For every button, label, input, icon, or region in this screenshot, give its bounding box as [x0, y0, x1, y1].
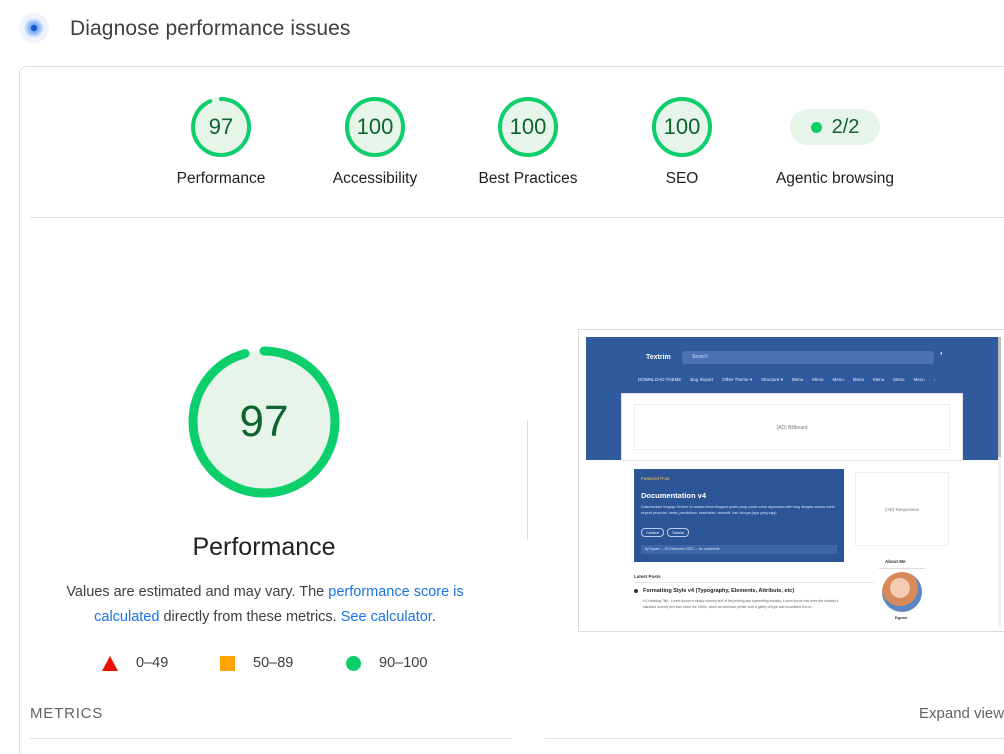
theme-toggle-icon: ◐: [940, 351, 944, 357]
nav-item: Menu: [872, 377, 885, 382]
score-legend: 0–49 50–89 90–100: [100, 655, 460, 677]
desc-text: Values are estimated and may vary. The: [66, 584, 329, 600]
agentic-score-pill: 2/2: [790, 109, 880, 145]
gauge-seo[interactable]: 100 SEO: [612, 96, 752, 188]
legend-average: 50–89: [220, 655, 293, 671]
nav-item: ›: [933, 377, 936, 382]
gauge-score: 100: [663, 114, 701, 139]
gauge-agentic-browsing[interactable]: 2/2 Agentic browsing: [765, 96, 905, 188]
ad-responsive: (AD) Responsive: [855, 472, 949, 546]
nav-item: Menu: [832, 377, 844, 382]
gauge-score: 100: [356, 114, 394, 139]
legend-range: 50–89: [253, 655, 294, 671]
nav-item: Structure ▾: [761, 377, 783, 382]
post-title: Formatting Style v4 (Typography, Element…: [643, 588, 795, 594]
divider: [30, 738, 512, 739]
nav-item: Menu: [812, 377, 824, 382]
gauge-score: 97: [208, 114, 234, 139]
divider: [30, 217, 1004, 218]
nav-item: Menu: [852, 377, 864, 382]
nav-item: Menu: [791, 377, 804, 382]
about-heading: About Me: [885, 559, 906, 564]
about-divider: [879, 568, 925, 569]
featured-meta: by Egnari — 10 Desember 2023 — No commen…: [641, 545, 837, 554]
post-excerpt: H1 Heading Title : Lorem Ipsum is simply…: [643, 599, 839, 609]
report-header: Diagnose performance issues: [0, 0, 1004, 60]
legend-pass: 90–100: [346, 655, 427, 671]
legend-fail: 0–49: [102, 655, 168, 671]
final-screenshot[interactable]: Textrim Search ◐ DOWNLOAD THEME Bug Repo…: [578, 329, 1004, 632]
gauge-label: Accessibility: [332, 170, 418, 187]
vertical-divider: [527, 420, 528, 540]
site-nav: DOWNLOAD THEME Bug Report Other Theme ▾ …: [638, 377, 968, 383]
latest-heading: Latest Posts: [634, 574, 661, 579]
nav-item: DOWNLOAD THEME: [638, 377, 682, 382]
legend-range: 90–100: [379, 655, 428, 671]
nav-item: Menu: [893, 377, 905, 382]
metrics-heading: METRICS: [30, 705, 104, 722]
featured-tag-button: Tutorial: [667, 528, 689, 537]
category-gauges: 97 Performance 100 Accessibility 100 Bes…: [0, 96, 1004, 206]
desc-text: directly from these metrics.: [159, 609, 341, 625]
gauge-label: SEO: [665, 170, 699, 187]
gauge-label: Best Practices: [478, 170, 578, 187]
nav-item: Bug Report: [690, 377, 714, 382]
featured-tag-button: Content: [641, 528, 664, 537]
legend-range: 0–49: [136, 655, 169, 671]
fail-triangle-icon: [102, 655, 118, 671]
gauge-performance[interactable]: 97 Performance: [151, 96, 291, 188]
author-name: Egnari: [895, 615, 908, 620]
agentic-score: 2/2: [831, 115, 860, 138]
nav-item: Menu: [913, 377, 925, 382]
pass-circle-icon: [346, 655, 361, 671]
ad-label: (AD) Billboard: [634, 404, 950, 450]
gauge-best-practices[interactable]: 100 Best Practices: [458, 96, 598, 188]
divider: [545, 738, 1004, 739]
gauge-label: Agentic browsing: [775, 170, 895, 187]
featured-post: Featured Post Documentation v4 Dokumenta…: [634, 469, 844, 562]
pass-dot-icon: [810, 121, 822, 133]
gauge-accessibility[interactable]: 100 Accessibility: [305, 96, 445, 188]
nav-item: Other Theme ▾: [722, 377, 753, 382]
bullet-icon: [634, 589, 638, 593]
average-square-icon: [220, 655, 235, 671]
gauge-label: Performance: [176, 170, 266, 187]
score-description: Values are estimated and may vary. The p…: [48, 580, 482, 630]
featured-title: Documentation v4: [641, 491, 707, 500]
lighthouse-icon: [18, 12, 50, 44]
featured-tag: Featured Post: [641, 476, 670, 481]
gauge-score: 100: [509, 114, 547, 139]
avatar: [882, 572, 922, 612]
featured-text: Dokumentasi lengkap Textrim v4 adalah te…: [641, 505, 835, 515]
see-calculator-link[interactable]: See calculator: [341, 609, 432, 625]
expand-view-toggle[interactable]: Expand view: [919, 705, 1004, 722]
scrollbar-thumb: [998, 337, 1001, 457]
site-logo: Textrim: [646, 354, 671, 361]
page-title: Diagnose performance issues: [70, 17, 351, 40]
performance-title: Performance: [192, 533, 336, 561]
performance-score: 97: [239, 397, 289, 446]
desc-text: .: [431, 609, 436, 625]
site-search: Search: [682, 351, 934, 364]
latest-divider: [634, 582, 874, 583]
ad-billboard: (AD) Billboard: [621, 393, 963, 461]
